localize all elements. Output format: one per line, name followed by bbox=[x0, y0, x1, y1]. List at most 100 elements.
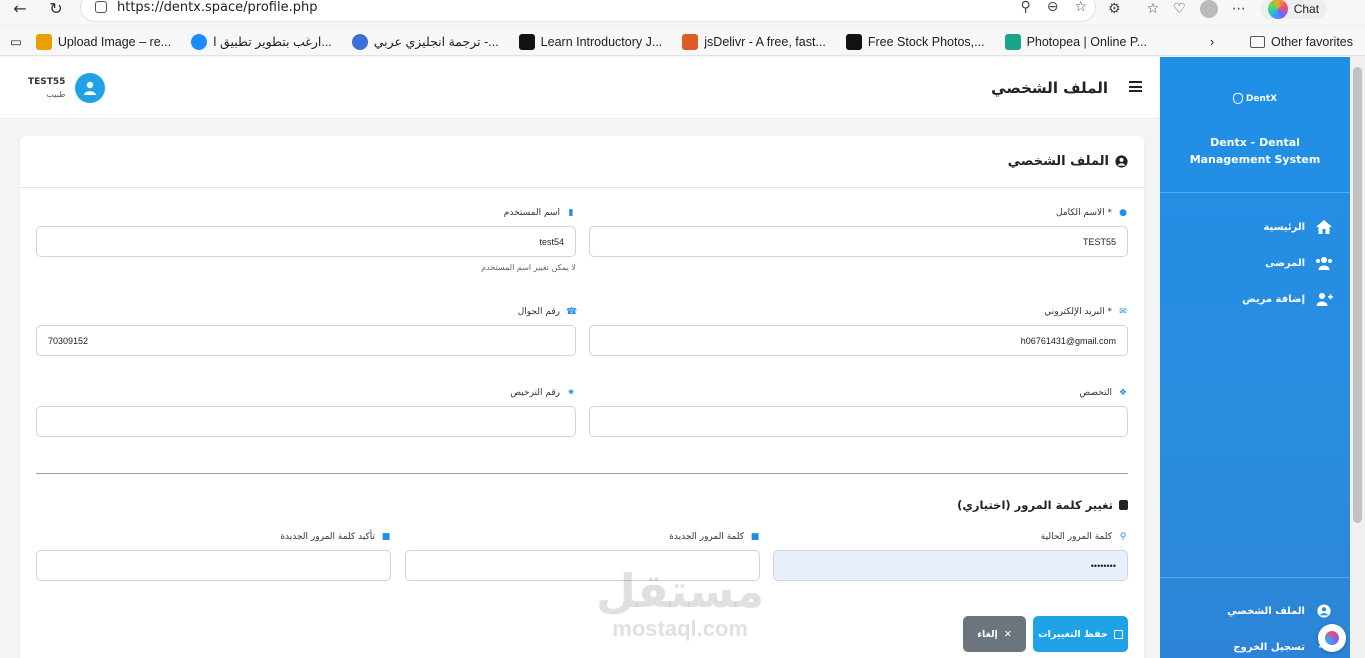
watermark: مستقل mostaql.com bbox=[596, 565, 764, 641]
url-text: https://dentx.space/profile.php bbox=[117, 0, 318, 15]
user-role: طبيب bbox=[46, 90, 66, 99]
license-label: رقم الترخيص bbox=[510, 388, 560, 398]
lock-icon: ■ bbox=[381, 532, 391, 542]
bookmark-item[interactable]: ارغب بتطوير تطبيق ا... bbox=[181, 33, 342, 50]
envelope-icon: ✉ bbox=[1119, 307, 1127, 317]
site-info-icon[interactable] bbox=[95, 1, 107, 13]
specialty-group: التخصص ❖ bbox=[589, 386, 1128, 437]
bookmark-label: Free Stock Photos,... bbox=[867, 34, 985, 49]
home-icon bbox=[1315, 219, 1333, 235]
save-button[interactable]: حفظ التغييرات bbox=[1033, 616, 1128, 652]
sidebar-item-label: تسجيل الخروج bbox=[1233, 641, 1305, 653]
sidebar-item-home[interactable]: الرئيسية bbox=[1160, 209, 1350, 245]
page-scrollbar[interactable] bbox=[1350, 57, 1365, 658]
close-icon: ✕ bbox=[1003, 628, 1012, 640]
other-favorites[interactable]: Other favorites bbox=[1250, 35, 1353, 49]
username-group: اسم المستخدم ▮ test54 لا يمكن تغيير اسم … bbox=[36, 206, 576, 272]
bookmark-label: Photopea | Online P... bbox=[1026, 34, 1148, 49]
card-header: الملف الشخصي bbox=[20, 136, 1144, 188]
avatar[interactable] bbox=[75, 73, 106, 103]
lock-icon bbox=[1119, 500, 1128, 510]
stethoscope-icon: ❖ bbox=[1118, 388, 1128, 398]
floppy-icon bbox=[1113, 629, 1123, 639]
user-circle-icon bbox=[1115, 155, 1128, 168]
copilot-floating-button[interactable] bbox=[1318, 624, 1346, 652]
username-hint: لا يمكن تغيير اسم المستخدم bbox=[481, 263, 576, 272]
more-icon[interactable]: ⋯ bbox=[1232, 1, 1246, 17]
browser-toolbar: ← ↻ https://dentx.space/profile.php ⚲ ⊖ … bbox=[0, 0, 1365, 24]
tab-actions-icon[interactable]: ▭ bbox=[0, 34, 26, 49]
cancel-button[interactable]: إلغاء ✕ bbox=[963, 616, 1026, 652]
copilot-chat-button[interactable]: Chat bbox=[1259, 0, 1328, 19]
current-password-input[interactable]: •••••••• bbox=[773, 550, 1128, 581]
bookmark-item[interactable]: Photopea | Online P... bbox=[995, 33, 1157, 50]
address-bar[interactable]: https://dentx.space/profile.php ⚲ ⊖ ☆ bbox=[80, 0, 1096, 22]
full-name-input[interactable]: TEST55 bbox=[589, 226, 1128, 257]
user-circle-icon bbox=[1315, 603, 1333, 619]
sidebar-item-label: المرضى bbox=[1265, 257, 1305, 269]
refresh-icon[interactable]: ↻ bbox=[42, 0, 70, 18]
sidebar-divider bbox=[1160, 577, 1350, 578]
bookmark-favicon bbox=[1004, 33, 1021, 50]
zoom-icon[interactable]: ⊖ bbox=[1047, 0, 1059, 15]
menu-toggle-icon[interactable] bbox=[1129, 81, 1142, 92]
profile-icon[interactable] bbox=[1199, 0, 1218, 18]
email-field[interactable]: h06761431@gmail.com bbox=[589, 325, 1128, 356]
email-value: h06761431@gmail.com bbox=[1020, 335, 1116, 346]
save-label: حفظ التغييرات bbox=[1038, 628, 1108, 640]
watermark-domain: mostaql.com bbox=[612, 616, 748, 641]
brand-logo[interactable]: DentX bbox=[1160, 93, 1350, 104]
full-name-label: الاسم الكامل * bbox=[1056, 208, 1112, 218]
bookmark-item[interactable]: Learn Introductory J... bbox=[509, 33, 673, 50]
health-icon[interactable]: ♡ bbox=[1173, 1, 1186, 17]
full-name-group: الاسم الكامل * ● TEST55 bbox=[589, 206, 1128, 257]
username-label: اسم المستخدم bbox=[503, 208, 560, 218]
app-topbar: TEST55 طبيب الملف الشخصي bbox=[0, 57, 1160, 119]
bookmark-label: ارغب بتطوير تطبيق ا... bbox=[213, 35, 332, 49]
bookmark-favicon bbox=[518, 33, 535, 50]
section-divider bbox=[36, 473, 1128, 474]
user-menu[interactable]: TEST55 طبيب bbox=[28, 73, 106, 103]
current-password-label: كلمة المرور الحالية bbox=[1040, 532, 1112, 542]
user-name: TEST55 bbox=[28, 77, 66, 87]
star-icon[interactable]: ☆ bbox=[1074, 0, 1087, 15]
sidebar-item-add-patient[interactable]: إضافة مريض bbox=[1160, 281, 1350, 317]
bookmark-item[interactable]: Upload Image – re... bbox=[26, 33, 181, 50]
copilot-icon bbox=[1267, 0, 1288, 19]
phone-value: 70309152 bbox=[48, 335, 89, 346]
bookmark-item[interactable]: ترجمة انجليزي عربي -... bbox=[342, 33, 509, 50]
sidebar-item-profile[interactable]: الملف الشخصي bbox=[1160, 593, 1350, 629]
chevron-right-icon[interactable]: › bbox=[1200, 35, 1224, 49]
brand-logo-text: DentX bbox=[1245, 93, 1278, 104]
license-input[interactable] bbox=[36, 406, 576, 437]
key-icon: ⚲ bbox=[1119, 532, 1127, 542]
user-icon bbox=[84, 81, 97, 95]
bookmark-favicon bbox=[682, 33, 699, 50]
tooth-icon bbox=[1232, 93, 1243, 104]
cancel-label: إلغاء bbox=[977, 628, 998, 640]
back-icon[interactable]: ← bbox=[6, 0, 34, 18]
extensions-icon[interactable]: ⚙ bbox=[1108, 1, 1121, 17]
sidebar-item-label: إضافة مريض bbox=[1242, 293, 1305, 305]
copilot-icon bbox=[1325, 631, 1339, 645]
specialty-label: التخصص bbox=[1079, 388, 1112, 398]
key-icon[interactable]: ⚲ bbox=[1020, 0, 1030, 15]
current-password-value: •••••••• bbox=[1090, 560, 1116, 571]
phone-icon: ☎ bbox=[566, 307, 578, 317]
phone-input[interactable]: 70309152 bbox=[36, 325, 576, 356]
bookmark-item[interactable]: Free Stock Photos,... bbox=[836, 33, 995, 50]
bookmark-item[interactable]: jsDelivr - A free, fast... bbox=[672, 33, 836, 50]
sidebar: DentX Dentx - Dental Management System ا… bbox=[1160, 57, 1350, 658]
username-input[interactable]: test54 bbox=[36, 226, 576, 257]
new-password-label: كلمة المرور الجديدة bbox=[669, 532, 744, 542]
card-title: الملف الشخصي bbox=[1007, 154, 1109, 169]
current-password-group: كلمة المرور الحالية ⚲ •••••••• bbox=[773, 530, 1128, 581]
brand-title: Dentx - Dental Management System bbox=[1189, 136, 1321, 166]
confirm-password-input[interactable] bbox=[36, 550, 391, 581]
sidebar-item-patients[interactable]: المرضى bbox=[1160, 245, 1350, 281]
favorites-icon[interactable]: ☆ bbox=[1147, 1, 1160, 17]
scrollbar-thumb[interactable] bbox=[1353, 67, 1362, 523]
specialty-input[interactable] bbox=[589, 406, 1128, 437]
bookmark-favicon bbox=[35, 33, 52, 50]
bookmarks-bar: ▭ Upload Image – re... ارغب بتطوير تطبيق… bbox=[0, 28, 1365, 56]
